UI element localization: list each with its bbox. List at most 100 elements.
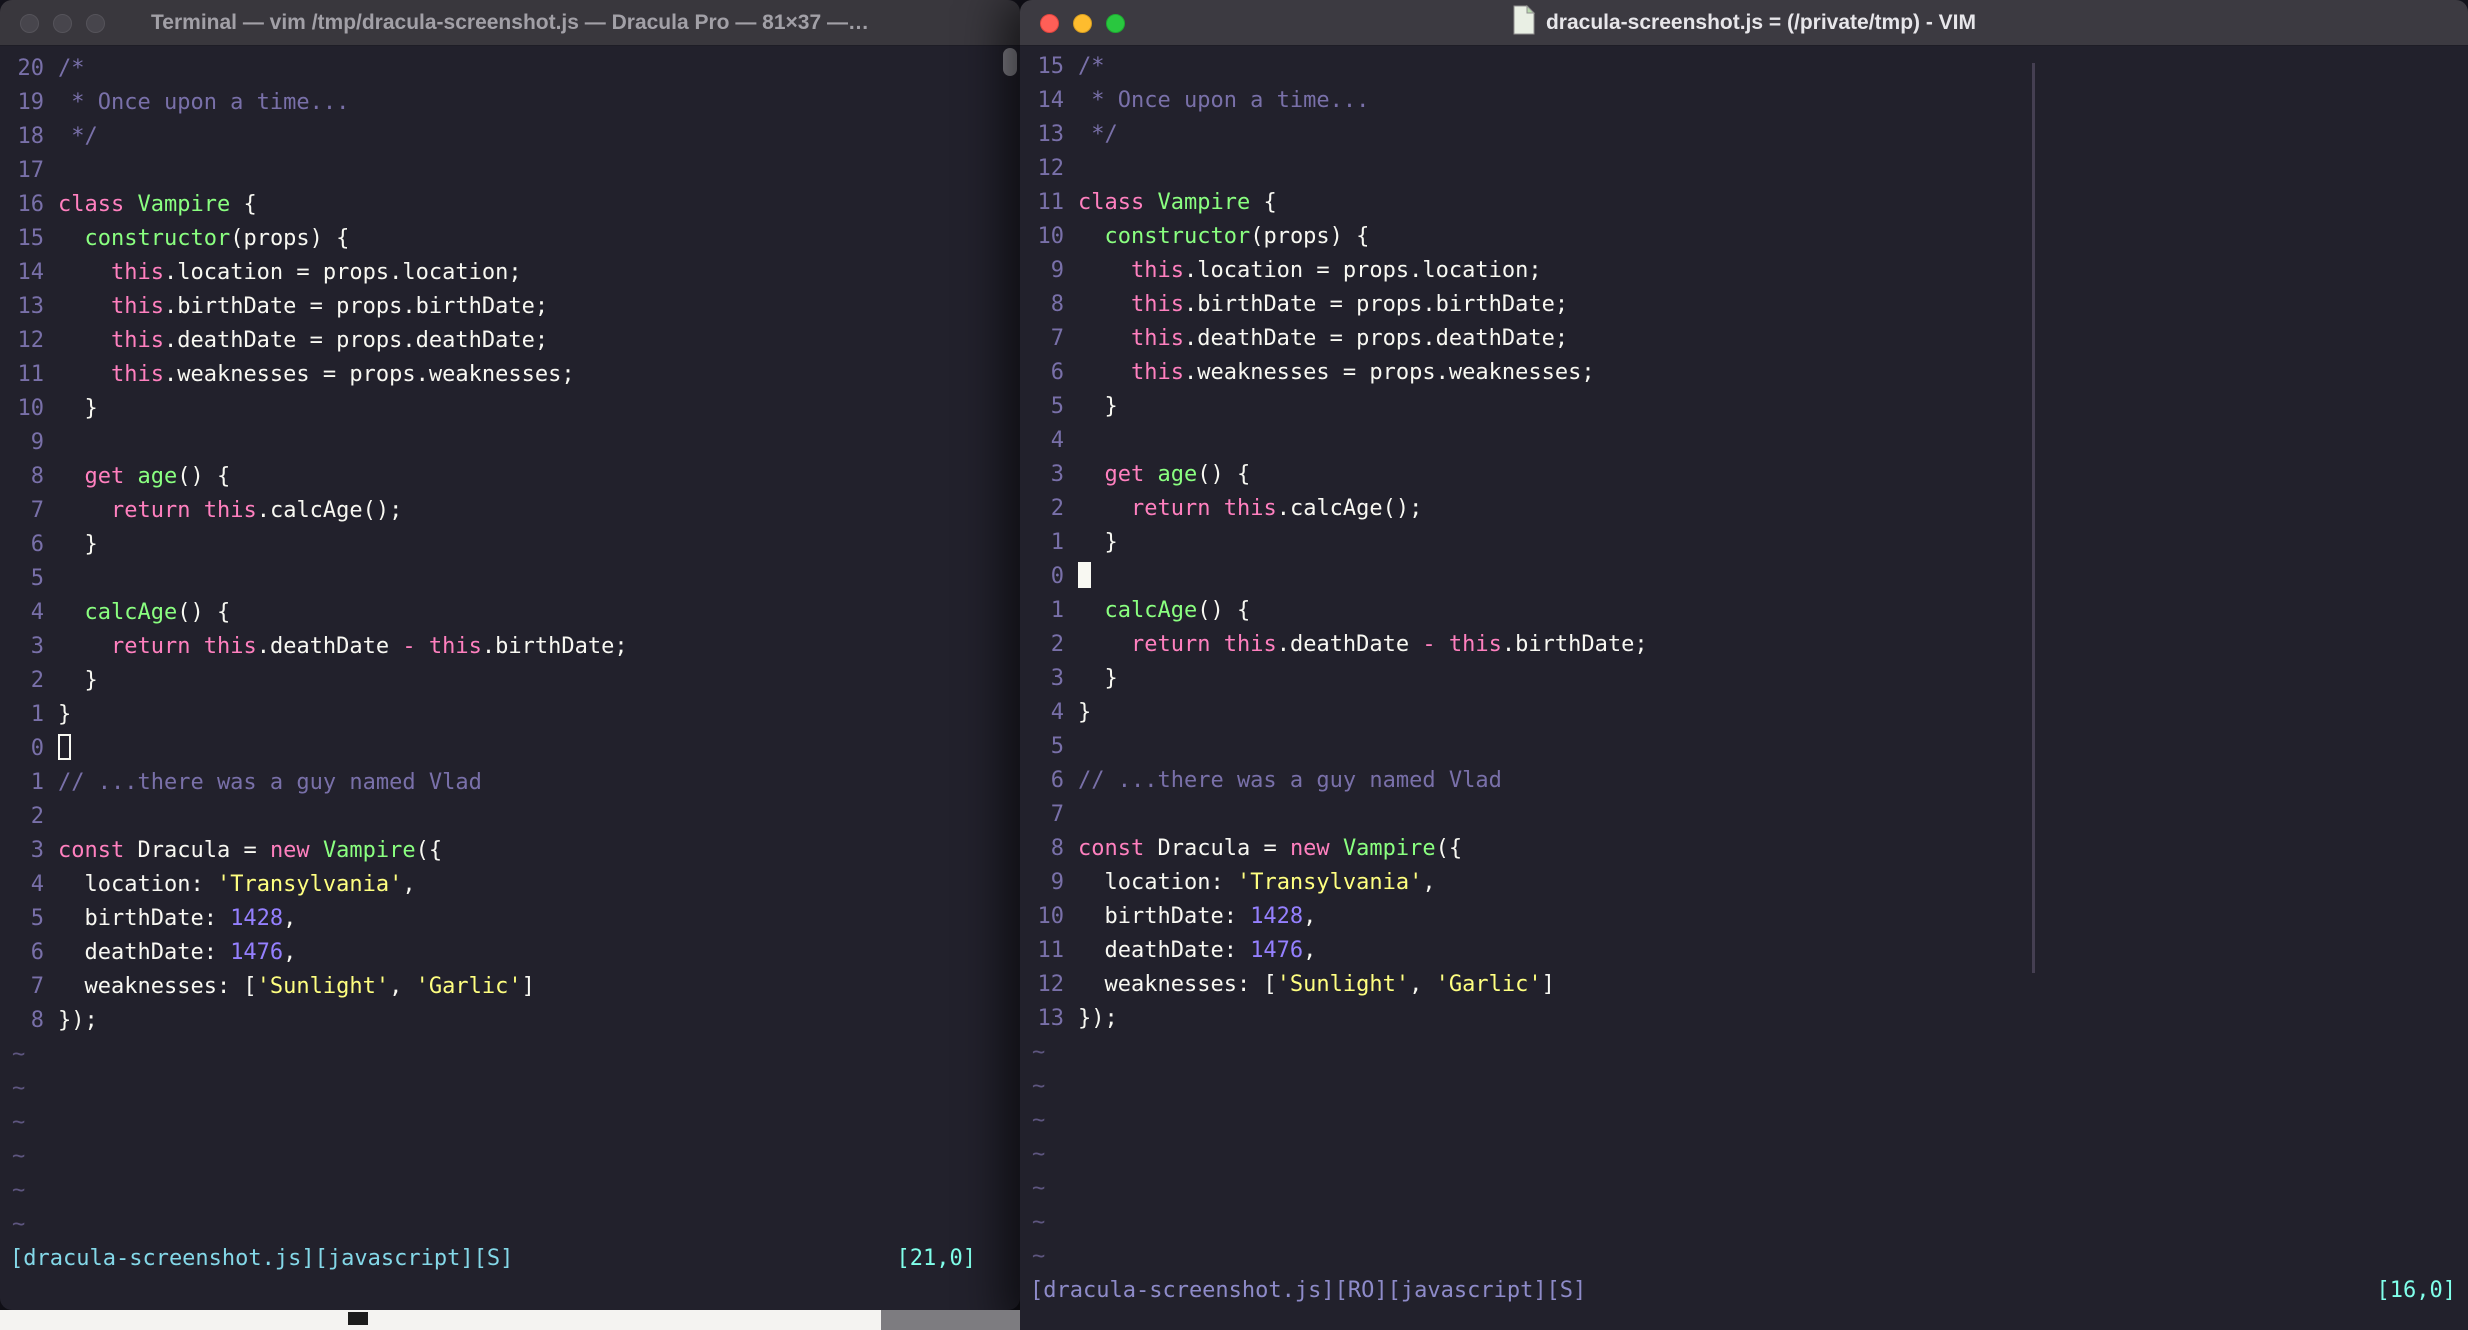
code-line[interactable]: 19 * Once upon a time...: [0, 86, 1020, 120]
line-number: 10: [17, 396, 45, 421]
buffer-content: 20/* 19 * Once upon a time... 18 */ 17 16 cla…: [0, 46, 1020, 1242]
code-line[interactable]: 20/*: [0, 52, 1020, 86]
code-line[interactable]: 5: [1020, 730, 2468, 764]
code-line[interactable]: 9: [0, 426, 1020, 460]
code-line[interactable]: 1// ...there was a guy named Vlad: [0, 766, 1020, 800]
code-line[interactable]: 1 }: [1020, 526, 2468, 560]
macvim-titlebar[interactable]: dracula-screenshot.js = (/private/tmp) -…: [1020, 0, 2468, 46]
code-line[interactable]: 7 return this.calcAge();: [0, 494, 1020, 528]
code-line[interactable]: 2: [0, 800, 1020, 834]
code-line[interactable]: 7 this.deathDate = props.deathDate;: [1020, 322, 2468, 356]
code-line[interactable]: 12 weaknesses: ['Sunlight', 'Garlic']: [1020, 968, 2468, 1002]
code-line[interactable]: 2 }: [0, 664, 1020, 698]
statusline-file-info: [dracula-screenshot.js][javascript][S]: [10, 1246, 514, 1271]
code-line[interactable]: 3 const Dracula = new Vampire({: [0, 834, 1020, 868]
line-number: 10: [1037, 224, 1065, 249]
code-line[interactable]: 3 }: [1020, 662, 2468, 696]
code-line[interactable]: 3 return this.deathDate - this.birthDate…: [0, 630, 1020, 664]
code-line[interactable]: 14 * Once upon a time...: [1020, 84, 2468, 118]
line-number: 12: [1037, 156, 1065, 181]
vim-cmdline: [0, 1276, 1020, 1310]
scrollbar-indicator[interactable]: [2032, 63, 2035, 973]
minimize-button[interactable]: [1073, 13, 1092, 33]
background-window-mark: [348, 1312, 368, 1325]
traffic-lights: [1040, 0, 1125, 46]
empty-line-tilde: ~: [12, 1144, 26, 1169]
zoom-button[interactable]: [86, 13, 105, 33]
line-number: 17: [17, 158, 45, 183]
empty-line-tilde: ~: [1032, 1108, 1046, 1133]
code-line[interactable]: 11 this.weaknesses = props.weaknesses;: [0, 358, 1020, 392]
code-line[interactable]: 5: [0, 562, 1020, 596]
code-line[interactable]: 5 birthDate: 1428,: [0, 902, 1020, 936]
line-number: 8: [30, 464, 44, 489]
terminal-titlebar[interactable]: Terminal — vim /tmp/dracula-screenshot.j…: [0, 0, 1020, 46]
code-line[interactable]: 14 this.location = props.location;: [0, 256, 1020, 290]
code-line[interactable]: 10 constructor(props) {: [1020, 220, 2468, 254]
code-line[interactable]: 18 */: [0, 120, 1020, 154]
minimize-button[interactable]: [53, 13, 72, 33]
code-line[interactable]: 2 return this.deathDate - this.birthDate…: [1020, 628, 2468, 662]
code-line[interactable]: 8 const Dracula = new Vampire({: [1020, 832, 2468, 866]
code-line[interactable]: 6 deathDate: 1476,: [0, 936, 1020, 970]
code-line[interactable]: 0: [0, 732, 1020, 766]
code-line[interactable]: 7: [1020, 798, 2468, 832]
code-line[interactable]: 12: [1020, 152, 2468, 186]
vim-editor-right[interactable]: 15/* 14 * Once upon a time... 13 */ 12 11 cla…: [1020, 46, 2468, 1330]
code-line[interactable]: 2 return this.calcAge();: [1020, 492, 2468, 526]
code-line[interactable]: 4 location: 'Transylvania',: [0, 868, 1020, 902]
code-line[interactable]: 10 }: [0, 392, 1020, 426]
code-line[interactable]: 13 */: [1020, 118, 2468, 152]
code-line[interactable]: 12 this.deathDate = props.deathDate;: [0, 324, 1020, 358]
line-number: 9: [1050, 870, 1064, 895]
code-line[interactable]: 4: [1020, 424, 2468, 458]
code-line[interactable]: 8});: [0, 1004, 1020, 1038]
line-number: 5: [1050, 394, 1064, 419]
line-number: 8: [1050, 836, 1064, 861]
empty-line-tilde: ~: [12, 1110, 26, 1135]
line-number: 11: [17, 362, 45, 387]
line-number: 0: [30, 736, 44, 761]
line-number: 13: [1037, 1006, 1065, 1031]
line-number: 15: [17, 226, 45, 251]
code-line[interactable]: 0: [1020, 560, 2468, 594]
code-line[interactable]: 6 }: [0, 528, 1020, 562]
code-line[interactable]: 15 constructor(props) {: [0, 222, 1020, 256]
macvim-window[interactable]: dracula-screenshot.js = (/private/tmp) -…: [1020, 0, 2468, 1330]
code-line[interactable]: 11 class Vampire {: [1020, 186, 2468, 220]
code-line[interactable]: 10 birthDate: 1428,: [1020, 900, 2468, 934]
code-line[interactable]: 5 }: [1020, 390, 2468, 424]
code-line[interactable]: 13 this.birthDate = props.birthDate;: [0, 290, 1020, 324]
terminal-window[interactable]: Terminal — vim /tmp/dracula-screenshot.j…: [0, 0, 1020, 1310]
line-number: 2: [1050, 496, 1064, 521]
code-line[interactable]: 4}: [1020, 696, 2468, 730]
line-number: 6: [30, 940, 44, 965]
code-line[interactable]: 1 calcAge() {: [1020, 594, 2468, 628]
line-number: 3: [1050, 666, 1064, 691]
code-line[interactable]: 17: [0, 154, 1020, 188]
code-line[interactable]: 7 weaknesses: ['Sunlight', 'Garlic']: [0, 970, 1020, 1004]
code-line[interactable]: 4 calcAge() {: [0, 596, 1020, 630]
code-line[interactable]: 16 class Vampire {: [0, 188, 1020, 222]
code-line[interactable]: 13});: [1020, 1002, 2468, 1036]
line-number: 4: [30, 872, 44, 897]
code-line[interactable]: 3 get age() {: [1020, 458, 2468, 492]
close-button[interactable]: [20, 13, 39, 33]
code-line[interactable]: 9 location: 'Transylvania',: [1020, 866, 2468, 900]
close-button[interactable]: [1040, 13, 1059, 33]
code-line[interactable]: 9 this.location = props.location;: [1020, 254, 2468, 288]
code-line[interactable]: 8 this.birthDate = props.birthDate;: [1020, 288, 2468, 322]
code-line[interactable]: 1}: [0, 698, 1020, 732]
code-line[interactable]: 11 deathDate: 1476,: [1020, 934, 2468, 968]
scrollbar-thumb[interactable]: [1003, 48, 1017, 76]
code-line[interactable]: 15/*: [1020, 50, 2468, 84]
code-line[interactable]: 6// ...there was a guy named Vlad: [1020, 764, 2468, 798]
zoom-button[interactable]: [1106, 13, 1125, 33]
empty-line-tilde: ~: [1032, 1176, 1046, 1201]
code-line[interactable]: 8 get age() {: [0, 460, 1020, 494]
line-number: 12: [1037, 972, 1065, 997]
traffic-lights: [20, 0, 105, 46]
vim-editor-left[interactable]: 20/* 19 * Once upon a time... 18 */ 17 16 cla…: [0, 46, 1020, 1310]
code-line[interactable]: 6 this.weaknesses = props.weaknesses;: [1020, 356, 2468, 390]
line-number: 12: [17, 328, 45, 353]
